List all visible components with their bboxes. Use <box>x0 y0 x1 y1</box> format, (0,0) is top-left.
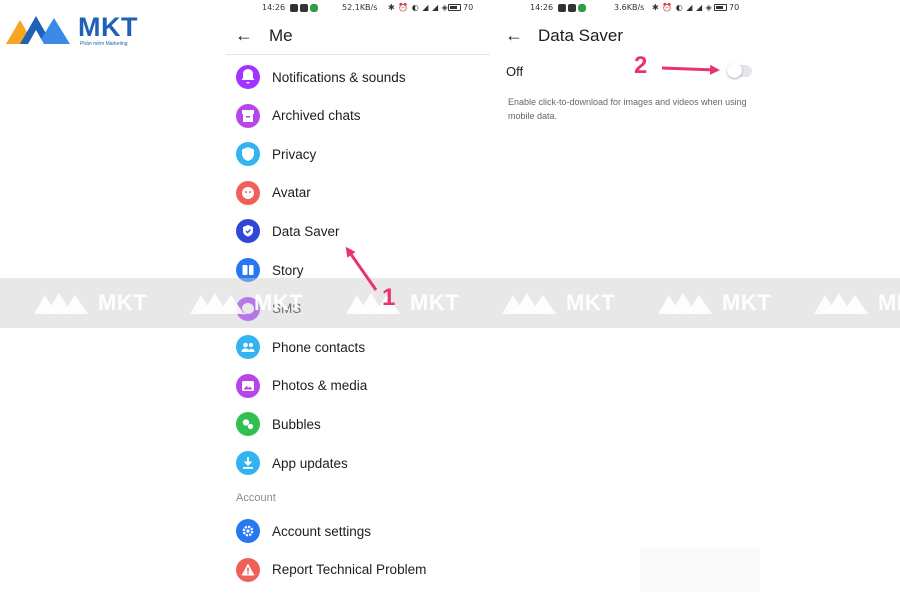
annotation-arrows <box>345 64 720 291</box>
annotation-step-2: 2 <box>634 52 648 79</box>
arrow-step-2 <box>661 64 720 75</box>
arrow-step-1 <box>345 246 378 291</box>
annotation-step-1: 1 <box>382 284 396 311</box>
